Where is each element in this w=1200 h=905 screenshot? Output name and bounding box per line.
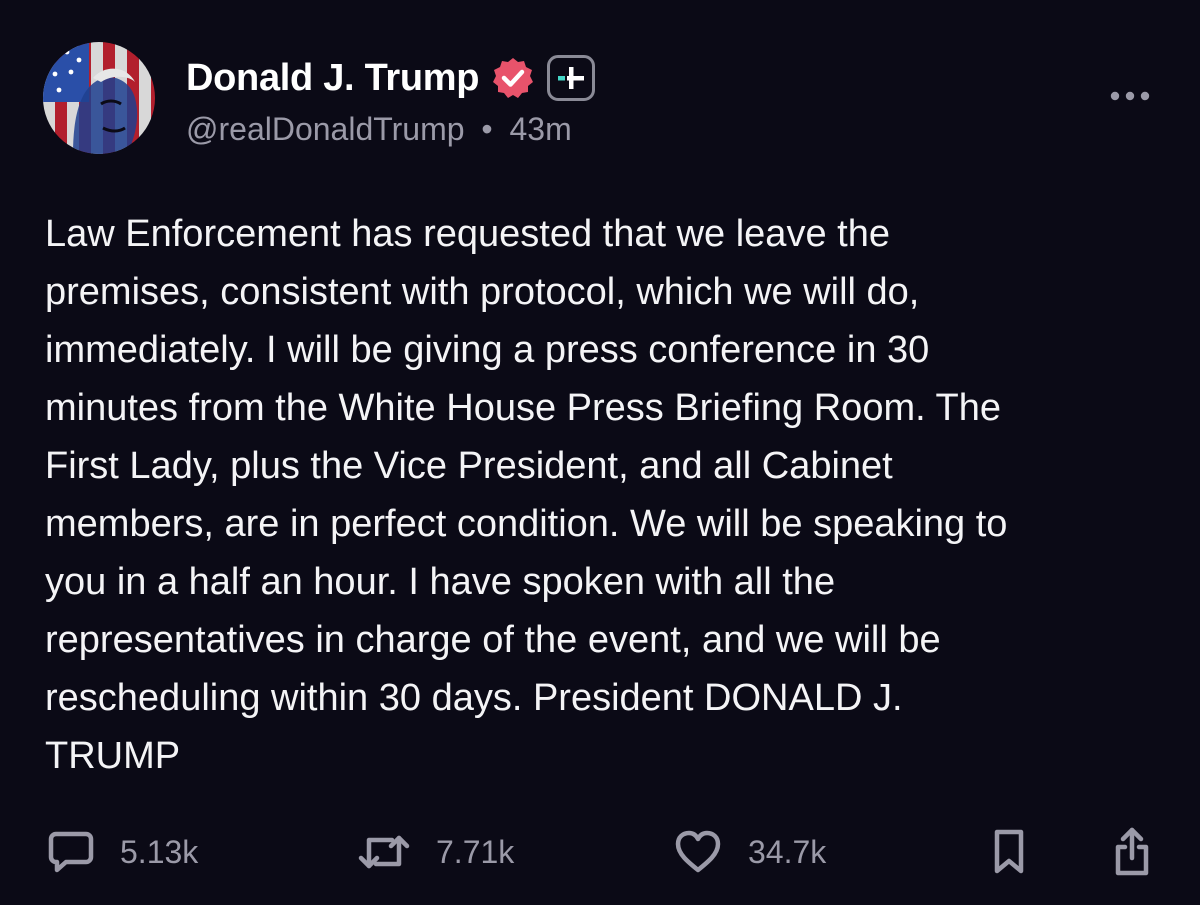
- meta-separator: •: [481, 111, 493, 147]
- retruth-count: 7.71k: [436, 833, 515, 870]
- author-meta: @realDonaldTrump • 43m: [186, 111, 572, 148]
- retruth-button[interactable]: 7.71k: [358, 822, 514, 882]
- verified-badge-icon: [493, 58, 534, 98]
- avatar[interactable]: [43, 42, 155, 154]
- share-button[interactable]: [1112, 822, 1152, 882]
- retruth-arrows-icon: [358, 835, 410, 869]
- reply-bubble-icon: [48, 831, 94, 873]
- bookmark-button[interactable]: [992, 822, 1026, 882]
- author-handle[interactable]: @realDonaldTrump: [186, 111, 465, 147]
- share-icon: [1115, 827, 1149, 876]
- author-name[interactable]: Donald J. Trump: [186, 57, 480, 100]
- reply-button[interactable]: 5.13k: [48, 822, 198, 882]
- more-dots-icon[interactable]: [1108, 86, 1152, 106]
- follow-plus-icon: [558, 67, 585, 89]
- post-timestamp[interactable]: 43m: [510, 111, 572, 147]
- reply-count: 5.13k: [120, 833, 199, 870]
- post-text: Law Enforcement has requested that we le…: [45, 213, 1008, 777]
- like-button[interactable]: 34.7k: [674, 822, 826, 882]
- heart-icon: [675, 830, 721, 873]
- bookmark-icon: [994, 829, 1024, 874]
- like-count: 34.7k: [748, 833, 827, 870]
- follow-button[interactable]: [547, 55, 596, 101]
- author-header: Donald J. Trump: [186, 52, 596, 104]
